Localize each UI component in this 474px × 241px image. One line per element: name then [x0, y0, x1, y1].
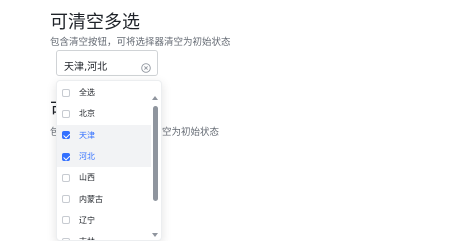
option-list: 全选北京天津河北山西内蒙古辽宁吉林: [57, 82, 151, 240]
select-value: 天津,河北: [64, 62, 108, 73]
select-option[interactable]: 内蒙古: [57, 188, 151, 209]
checkbox-icon[interactable]: [62, 173, 70, 182]
section-title: 可清空多选: [50, 12, 140, 33]
option-label: 吉林: [79, 236, 95, 240]
option-label: 河北: [79, 152, 95, 162]
option-label: 辽宁: [79, 215, 95, 225]
next-section-description-right: 空为初始状态: [162, 127, 220, 138]
scrollbar-thumb[interactable]: [153, 106, 158, 201]
section-description: 包含清空按钮，可将选择器清空为初始状态: [50, 37, 231, 48]
option-label: 北京: [79, 109, 95, 119]
select-dropdown: 全选北京天津河北山西内蒙古辽宁吉林: [56, 80, 162, 241]
select-option[interactable]: 河北: [57, 145, 151, 168]
checkbox-icon[interactable]: [62, 216, 70, 225]
select-option[interactable]: 山西: [57, 167, 151, 188]
option-label: 内蒙古: [79, 194, 103, 204]
checkbox-checked-icon[interactable]: [62, 131, 70, 140]
select-option[interactable]: 辽宁: [57, 210, 151, 231]
select-option[interactable]: 全选: [57, 82, 151, 103]
option-label: 山西: [79, 173, 95, 183]
scroll-down-arrow-icon[interactable]: [152, 233, 158, 237]
option-label: 天津: [79, 130, 95, 140]
close-circle-icon[interactable]: [141, 58, 151, 73]
select-option[interactable]: 北京: [57, 103, 151, 124]
checkbox-icon[interactable]: [62, 109, 70, 118]
select-option[interactable]: 吉林: [57, 231, 151, 240]
checkbox-checked-icon[interactable]: [62, 152, 70, 161]
multi-select-input[interactable]: 天津,河北: [56, 50, 158, 76]
checkbox-icon[interactable]: [62, 88, 70, 97]
scroll-up-arrow-icon[interactable]: [152, 96, 158, 100]
select-option[interactable]: 天津: [57, 124, 151, 146]
checkbox-icon[interactable]: [62, 195, 70, 204]
option-label: 全选: [79, 88, 95, 98]
